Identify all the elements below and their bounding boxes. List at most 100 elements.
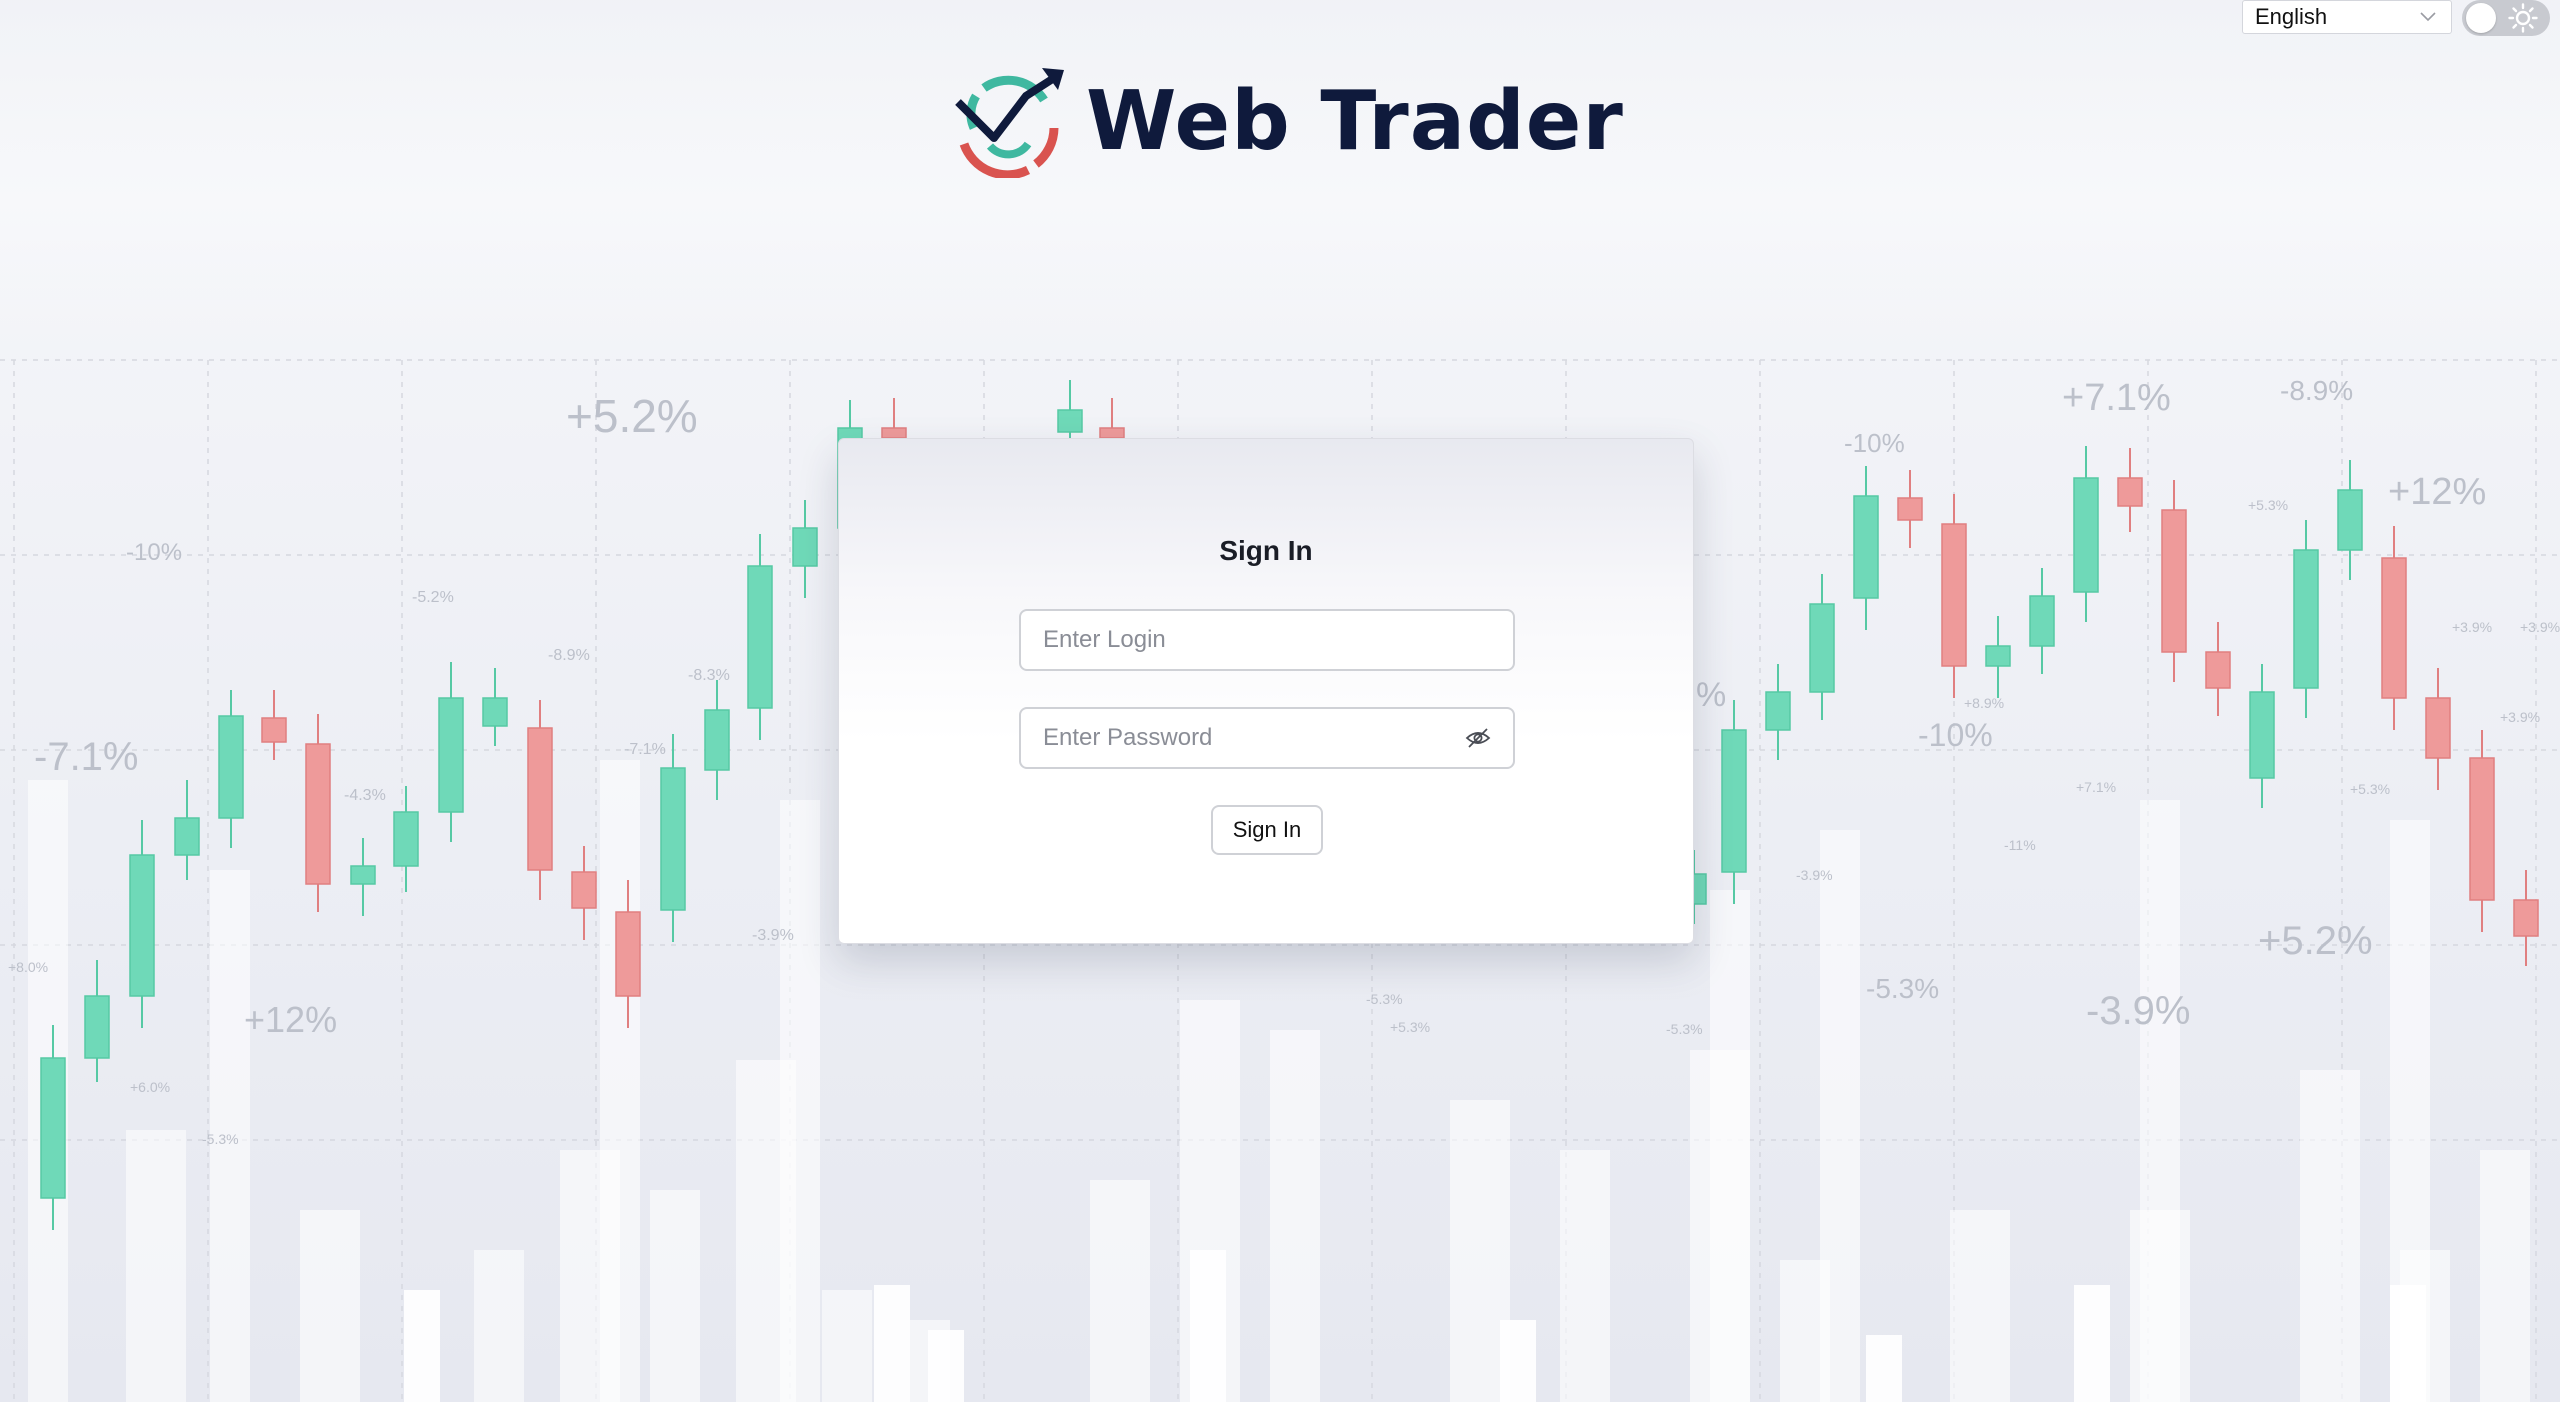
- percent-label: -5.3%: [1866, 973, 1939, 1004]
- volume-bar: [1190, 1250, 1226, 1402]
- candle-body: [2205, 651, 2231, 689]
- candle-body: [2117, 477, 2143, 507]
- candle-up: [2249, 664, 2275, 808]
- candle-down: [2161, 480, 2187, 682]
- language-select[interactable]: English: [2242, 0, 2452, 34]
- volume-bar: [300, 1210, 360, 1402]
- candle-down: [305, 714, 331, 912]
- candle-body: [438, 697, 464, 813]
- candle-down: [1941, 494, 1967, 698]
- percent-label: +3.9%: [2500, 709, 2540, 725]
- candle-down: [2117, 448, 2143, 532]
- candle-body: [792, 527, 818, 567]
- candle-down: [2513, 870, 2539, 966]
- candle-up: [482, 668, 508, 746]
- percent-label: -5.3%: [202, 1131, 239, 1147]
- candle-up: [1853, 466, 1879, 630]
- candle-body: [747, 565, 773, 709]
- candle-up: [218, 690, 244, 848]
- percent-label: +5.2%: [2258, 919, 2373, 963]
- percent-label: -3.9%: [752, 927, 794, 944]
- candle-body: [218, 715, 244, 819]
- candle-body: [1853, 495, 1879, 599]
- volume-bar: [1500, 1320, 1536, 1402]
- candle-body: [527, 727, 553, 871]
- candle-body: [2513, 899, 2539, 937]
- candle-body: [881, 427, 907, 439]
- volume-bar: [1270, 1030, 1320, 1402]
- candle-body: [2381, 557, 2407, 699]
- percent-label: -7.1%: [624, 741, 666, 758]
- percent-label: +5.2%: [566, 390, 698, 442]
- candle-up: [393, 786, 419, 892]
- percent-label: +5.3%: [1390, 1019, 1430, 1035]
- candle-body: [1985, 645, 2011, 667]
- candle-down: [2205, 622, 2231, 716]
- candle-down: [2469, 730, 2495, 932]
- candle-up: [174, 780, 200, 880]
- volume-bar: [2140, 800, 2180, 1402]
- candle-up: [2029, 568, 2055, 674]
- percent-label: -8.3%: [688, 667, 730, 684]
- candle-down: [2381, 526, 2407, 730]
- signin-button[interactable]: Sign In: [1211, 805, 1323, 855]
- logo-text: Web Trader: [1086, 74, 1624, 169]
- signin-title: Sign In: [1219, 535, 1313, 566]
- percent-label: -5.3%: [1666, 1021, 1703, 1037]
- percent-label: +12%: [2388, 471, 2486, 513]
- volume-bar: [600, 760, 640, 1402]
- volume-bar: [404, 1290, 440, 1402]
- sun-icon: [2506, 1, 2540, 35]
- chevron-down-icon: [2417, 6, 2439, 28]
- candle-body: [305, 743, 331, 885]
- percent-label: +7.1%: [2062, 377, 2171, 419]
- percent-label: +8.0%: [8, 959, 48, 975]
- login-field[interactable]: [1019, 609, 1515, 671]
- volume-bar: [1866, 1335, 1902, 1402]
- volume-bar: [1560, 1150, 1610, 1402]
- candle-body: [174, 817, 200, 856]
- candle-body: [660, 767, 686, 911]
- theme-toggle[interactable]: [2462, 0, 2550, 36]
- signin-card: Sign In Sign In: [838, 438, 1694, 944]
- candle-body: [1099, 427, 1125, 439]
- candle-body: [2337, 489, 2363, 551]
- password-input[interactable]: [1041, 723, 1463, 753]
- percent-label: -3.9%: [1796, 867, 1833, 883]
- candle-body: [2293, 549, 2319, 689]
- language-select-value: English: [2255, 4, 2328, 29]
- candle-body: [129, 854, 155, 997]
- volume-bar: [2480, 1150, 2530, 1402]
- app-logo: Web Trader: [950, 66, 1624, 178]
- percent-label: -5.2%: [412, 589, 454, 606]
- candle-down: [1897, 470, 1923, 548]
- eye-slash-icon[interactable]: [1463, 723, 1493, 753]
- volume-bar: [2300, 1070, 2360, 1402]
- candle-up: [438, 662, 464, 842]
- percent-label: -4.3%: [344, 787, 386, 804]
- volume-bar: [874, 1285, 910, 1402]
- percent-label: +3.9%: [2452, 619, 2492, 635]
- login-screen: +5.2% -10% -7.1% +12% -5.2% -8.9% -4.3% -7.1% -3…: [0, 0, 2560, 1402]
- candle-body: [1765, 691, 1791, 731]
- volume-bar: [474, 1250, 524, 1402]
- candle-body: [2425, 697, 2451, 759]
- candle-up: [84, 960, 110, 1082]
- percent-label: -10%: [1918, 717, 1993, 753]
- percent-label: -8.9%: [2280, 375, 2353, 406]
- volume-bar: [1820, 830, 1860, 1402]
- percent-label: +7.1%: [2076, 779, 2116, 795]
- candle-body: [2073, 477, 2099, 593]
- volume-bar: [1950, 1210, 2010, 1402]
- candle-up: [704, 680, 730, 800]
- volume-bar: [2074, 1285, 2110, 1402]
- candle-body: [393, 811, 419, 867]
- volume-bar: [1090, 1180, 1150, 1402]
- candle-up: [1721, 700, 1747, 904]
- candle-body: [1809, 603, 1835, 693]
- candle-body: [261, 717, 287, 743]
- password-field[interactable]: [1019, 707, 1515, 769]
- volume-bar: [2390, 1285, 2426, 1402]
- login-input[interactable]: [1041, 625, 1493, 655]
- candle-body: [1941, 523, 1967, 667]
